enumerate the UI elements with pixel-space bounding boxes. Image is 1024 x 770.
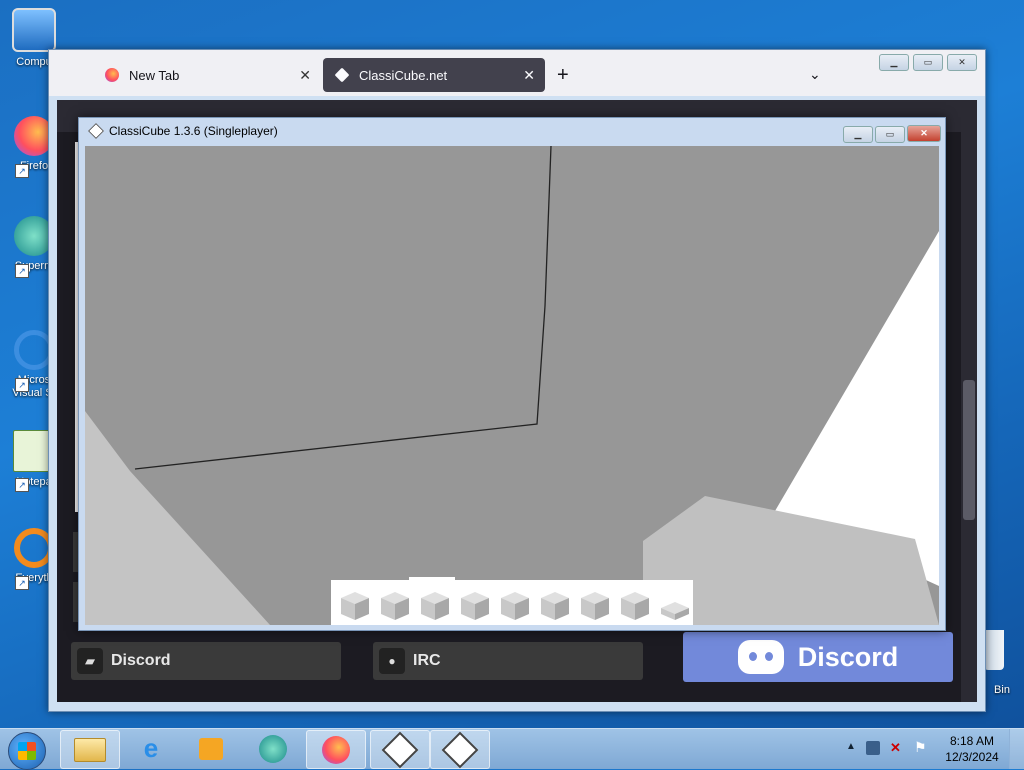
discord-logo-icon [737,640,784,674]
close-window-button[interactable]: ✕ [907,125,941,142]
globe-icon: ● [379,648,405,674]
minimize-button[interactable]: ▁ [879,54,909,71]
recycle-bin-icon [984,630,1004,670]
computer-icon [12,8,56,52]
taskbar-browser[interactable] [244,730,302,767]
classicube-icon [381,731,419,768]
firefox-icon [105,68,119,82]
volume-muted-icon[interactable]: ✕ [890,740,901,756]
button-label: Discord [111,652,171,669]
stone-block-icon [541,592,569,620]
hotbar-slot-3[interactable] [415,588,455,622]
window-title: ClassiCube 1.3.6 (Singleplayer) [88,123,278,139]
game-scene [85,146,939,625]
discord-banner-label: Discord [797,641,899,672]
maximize-button[interactable]: ▭ [913,54,943,71]
classicube-window: ClassiCube 1.3.6 (Singleplayer) ▁ ▭ ✕ [78,117,946,631]
folder-icon [74,737,106,762]
hotbar-slot-4[interactable] [455,588,495,622]
close-window-button[interactable]: ✕ [947,54,977,71]
irc-link-button[interactable]: ● IRC [373,642,643,680]
tab-list-button[interactable]: ⌄ [809,66,821,83]
chat-icon: ▰ [77,648,103,674]
internet-explorer-icon: e [143,733,159,763]
stone-block-icon [621,592,649,620]
media-player-icon [199,737,223,760]
hotbar-slot-5[interactable] [495,588,535,622]
discord-link-button[interactable]: ▰ Discord [71,642,341,680]
shortcut-arrow-icon: ↗ [15,264,29,278]
hotbar-slot-7[interactable] [575,588,615,622]
taskbar-classicube-2[interactable] [430,730,490,769]
stone-block-icon [661,602,689,620]
clock-time: 8:18 AM [949,734,995,748]
desktop-icon-recycle-bin[interactable]: Bin [982,630,1022,700]
stone-block-icon [501,592,529,620]
network-icon[interactable] [866,741,880,755]
action-center-flag-icon[interactable]: ⚑ [914,739,927,756]
hotbar-slot-1[interactable] [335,588,375,622]
taskbar-explorer[interactable] [60,730,120,769]
new-tab-button[interactable]: + [557,64,569,87]
hotbar[interactable] [331,577,695,625]
tab-label: New Tab [129,67,180,83]
cube-icon [334,67,350,83]
stone-block-icon [341,592,369,620]
discord-banner[interactable]: Discord [683,632,953,682]
hotbar-selection [409,577,455,580]
clock[interactable]: 8:18 AM 12/3/2024 [942,733,1002,765]
taskbar-media-player[interactable] [182,730,240,767]
clock-date: 12/3/2024 [945,750,999,764]
scrollbar-thumb[interactable] [963,380,975,520]
close-tab-icon[interactable]: ✕ [299,67,311,84]
taskbar-classicube-1[interactable] [370,730,430,769]
tab-new-tab[interactable]: New Tab ✕ [93,58,321,92]
taskbar: e ▲ ✕ ⚑ 8:18 AM 12/3/2024 [0,728,1024,770]
shortcut-arrow-icon: ↗ [15,378,29,392]
minimize-button[interactable]: ▁ [843,126,873,143]
close-tab-icon[interactable]: ✕ [523,67,535,84]
hotbar-slot-8[interactable] [615,588,655,622]
start-button[interactable] [8,732,46,770]
shortcut-arrow-icon: ↗ [15,576,29,590]
stone-block-icon [381,592,409,620]
shortcut-arrow-icon: ↗ [15,478,29,492]
game-viewport[interactable] [85,146,939,625]
classicube-icon [441,731,479,768]
tray-overflow-icon[interactable]: ▲ [846,741,856,752]
window-title-text: ClassiCube 1.3.6 (Singleplayer) [109,124,278,138]
stone-block-icon [581,592,609,620]
taskbar-internet-explorer[interactable]: e [122,730,180,767]
desktop-icon-label: Bin [994,684,1010,696]
hotbar-slot-2[interactable] [375,588,415,622]
tab-classicube[interactable]: ClassiCube.net ✕ [323,58,545,92]
stone-block-icon [421,592,449,620]
tab-label: ClassiCube.net [359,67,448,83]
tab-strip: New Tab ✕ ClassiCube.net ✕ + ⌄ ▁ ▭ ✕ [49,50,985,96]
cube-icon [88,123,104,139]
taskbar-firefox[interactable] [306,730,366,769]
show-desktop-button[interactable] [1009,729,1024,769]
page-scrollbar[interactable] [961,132,977,702]
browser-icon [259,734,287,763]
stone-block-icon [461,592,489,620]
hotbar-slot-6[interactable] [535,588,575,622]
maximize-button[interactable]: ▭ [875,126,905,143]
shortcut-arrow-icon: ↗ [15,164,29,178]
button-label: IRC [413,652,441,669]
firefox-icon [322,735,350,764]
hotbar-slot-9[interactable] [655,588,695,622]
